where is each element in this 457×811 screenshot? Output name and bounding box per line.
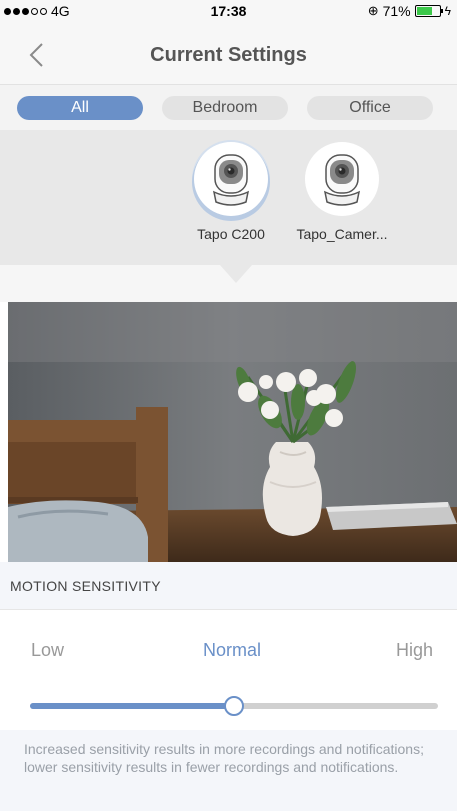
camera-name: Tapo_Camer... bbox=[296, 226, 388, 242]
battery-icon bbox=[414, 5, 443, 17]
selection-pointer bbox=[220, 265, 252, 283]
camera-icon bbox=[323, 154, 361, 206]
rotation-lock-icon: ⊕ bbox=[367, 3, 379, 18]
camera-item-tapo-camera[interactable]: Tapo_Camer... bbox=[292, 142, 392, 242]
status-bar: 4G 17:38 ⊕ 71% ϟ bbox=[0, 0, 457, 22]
room-tabs: All Bedroom Office bbox=[0, 85, 457, 130]
charging-icon: ϟ bbox=[444, 4, 451, 18]
slider-fill bbox=[30, 703, 234, 709]
sensitivity-description: Increased sensitivity results in more re… bbox=[0, 730, 457, 811]
camera-icon bbox=[212, 154, 250, 206]
sensitivity-control: Low Normal High bbox=[0, 610, 457, 730]
selection-pointer-band bbox=[0, 265, 457, 302]
camera-thumbnail bbox=[305, 142, 379, 216]
page-title: Current Settings bbox=[150, 44, 307, 66]
slider-thumb[interactable] bbox=[224, 696, 244, 716]
camera-preview-image bbox=[8, 302, 457, 562]
level-low-label[interactable]: Low bbox=[31, 640, 64, 661]
section-title: MOTION SENSITIVITY bbox=[10, 578, 161, 594]
camera-item-tapo-c200[interactable]: Tapo C200 bbox=[181, 142, 281, 242]
camera-thumbnail bbox=[194, 142, 268, 216]
camera-list: Tapo C200 Tapo_Camer... bbox=[0, 130, 457, 265]
bedroom-photo bbox=[8, 302, 457, 562]
level-high-label[interactable]: High bbox=[396, 640, 433, 661]
level-normal-label[interactable]: Normal bbox=[203, 640, 261, 661]
navigation-bar: Current Settings bbox=[0, 22, 457, 85]
sensitivity-slider[interactable] bbox=[30, 696, 438, 716]
tab-office[interactable]: Office bbox=[307, 96, 433, 120]
camera-name: Tapo C200 bbox=[197, 226, 265, 242]
battery-indicator: ⊕ 71% ϟ bbox=[368, 3, 451, 19]
battery-percent: 71% bbox=[382, 3, 411, 19]
motion-sensitivity-header: MOTION SENSITIVITY bbox=[0, 562, 457, 610]
tab-bedroom[interactable]: Bedroom bbox=[162, 96, 288, 120]
tab-all[interactable]: All bbox=[17, 96, 143, 120]
